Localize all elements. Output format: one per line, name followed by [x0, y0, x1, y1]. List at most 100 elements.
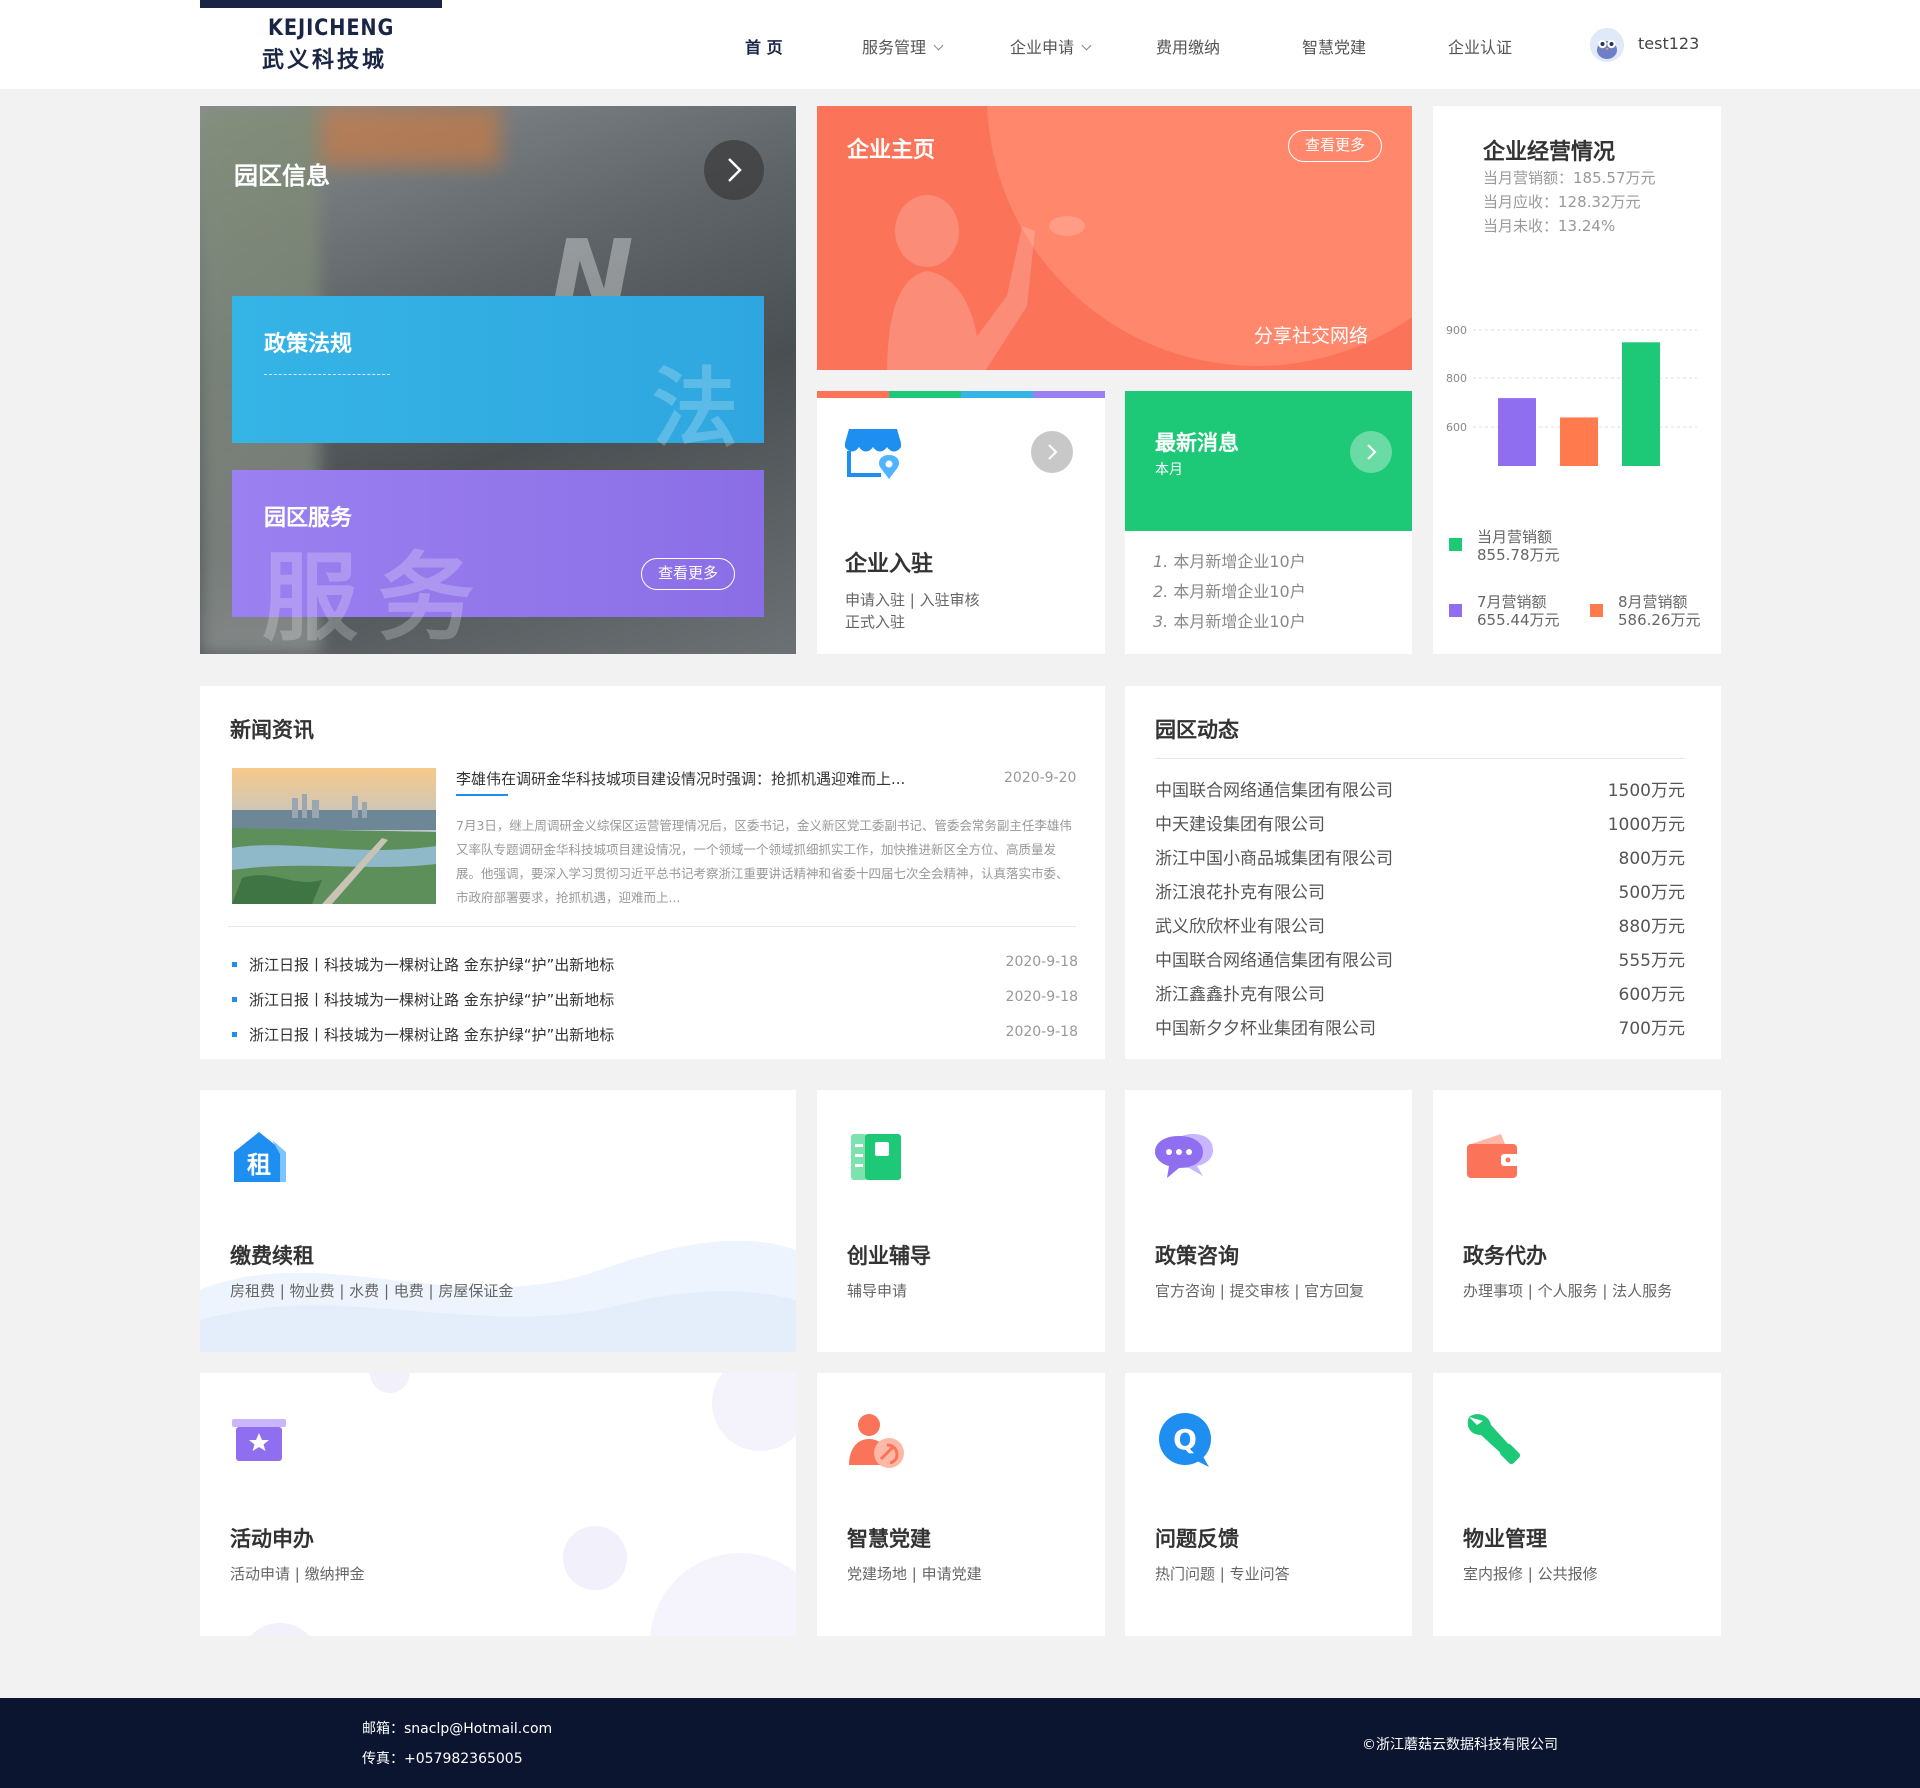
park-dynamics-row[interactable]: 武义欣欣杯业有限公司 880万元 — [1155, 910, 1685, 944]
park-service-panel[interactable]: 园区服务 服务 查看更多 — [232, 470, 764, 654]
news-list-item[interactable]: 浙江日报丨科技城为一棵树让路 金东护绿“护”出新地标 2020-9-18 — [232, 1024, 1078, 1045]
enterprise-home-more-button[interactable]: 查看更多 — [1288, 130, 1382, 162]
chart-bar[interactable] — [1622, 342, 1660, 466]
service-card-property[interactable]: 物业管理 室内报修 | 公共报修 — [1433, 1373, 1721, 1636]
service-card-government-agency[interactable]: 政务代办 办理事项 | 个人服务 | 法人服务 — [1433, 1090, 1721, 1352]
park-dynamics-row[interactable]: 中国联合网络通信集团有限公司 1500万元 — [1155, 774, 1685, 808]
chevron-right-icon — [1048, 444, 1058, 460]
service-card-activity[interactable]: 活动申办 活动申请 | 缴纳押金 — [200, 1373, 796, 1636]
news-item-text: 浙江日报丨科技城为一棵树让路 金东护绿“护”出新地标 — [249, 1026, 615, 1044]
latest-message-item[interactable]: 2. 本月新增企业10户 — [1153, 578, 1306, 602]
business-stat: 当月应收：128.32万元 — [1483, 193, 1641, 211]
chart-y-tick-label: 900 — [1446, 324, 1467, 337]
service-title: 缴费续租 — [230, 1244, 314, 1268]
park-dynamics-row[interactable]: 中国新夕夕杯业集团有限公司 700万元 — [1155, 1012, 1685, 1046]
wallet-icon — [1467, 1134, 1519, 1178]
divider — [1155, 758, 1685, 759]
chevron-down-icon — [1081, 40, 1092, 51]
company-name: 浙江鑫鑫扑克有限公司 — [1155, 985, 1325, 1005]
item-number: 2. — [1153, 582, 1169, 601]
park-dynamics-row[interactable]: 中天建设集团有限公司 1000万元 — [1155, 808, 1685, 842]
bullet — [232, 997, 237, 1002]
legend-label: 当月营销额 — [1477, 528, 1553, 546]
latest-message-item[interactable]: 1. 本月新增企业10户 — [1153, 548, 1306, 572]
legend-value: 655.44万元 — [1477, 611, 1560, 629]
header: KEJICHENG 武义科技城 首 页 服务管理 企业申请 费用缴纳 智慧党建 … — [0, 0, 1920, 89]
item-number: 3. — [1153, 612, 1169, 631]
latest-messages-header[interactable]: 最新消息 本月 — [1125, 391, 1412, 531]
service-title: 智慧党建 — [847, 1527, 931, 1551]
service-subtitle: 办理事项 | 个人服务 | 法人服务 — [1463, 1282, 1673, 1300]
news-featured-image[interactable] — [232, 768, 436, 904]
service-subtitle: 室内报修 | 公共报修 — [1463, 1565, 1598, 1583]
footer: 邮箱：snaclp@Hotmail.com 传真：+057982365005 ©… — [0, 1698, 1920, 1788]
service-more-button[interactable]: 查看更多 — [641, 558, 735, 590]
storefront-icon — [845, 429, 901, 479]
company-name: 中国联合网络通信集团有限公司 — [1155, 781, 1393, 801]
company-name: 浙江中国小商品城集团有限公司 — [1155, 849, 1393, 869]
legend-swatch-august — [1590, 604, 1603, 617]
headline-underline — [456, 794, 508, 796]
policy-ghost-text: 法 — [652, 358, 738, 459]
news-list-item[interactable]: 浙江日报丨科技城为一棵树让路 金东护绿“护”出新地标 2020-9-18 — [232, 989, 1078, 1010]
park-dynamics-row[interactable]: 浙江浪花扑克有限公司 500万元 — [1155, 876, 1685, 910]
news-featured-headline[interactable]: 李雄伟在调研金华科技城项目建设情况时强调：抢抓机遇迎难而上... — [456, 768, 905, 789]
park-dynamics-title: 园区动态 — [1155, 718, 1239, 742]
chart-bar[interactable] — [1560, 417, 1598, 466]
divider — [228, 926, 1076, 927]
park-dynamics-row[interactable]: 浙江中国小商品城集团有限公司 800万元 — [1155, 842, 1685, 876]
nav-enterprise-certification[interactable]: 企业认证 — [1448, 34, 1512, 58]
logo-bar — [200, 0, 442, 8]
park-dynamics-row[interactable]: 浙江鑫鑫扑克有限公司 600万元 — [1155, 978, 1685, 1012]
enterprise-join-links[interactable]: 申请入驻 | 入驻审核 — [845, 589, 980, 610]
service-title: 政策咨询 — [1155, 1244, 1239, 1268]
nav-fee-payment[interactable]: 费用缴纳 — [1156, 34, 1220, 58]
latest-message-item[interactable]: 3. 本月新增企业10户 — [1153, 608, 1306, 632]
park-dynamics-row[interactable]: 中国联合网络通信集团有限公司 555万元 — [1155, 944, 1685, 978]
username[interactable]: test123 — [1638, 34, 1699, 53]
business-status-title: 企业经营情况 — [1483, 140, 1616, 165]
service-card-fee-rent[interactable]: 租 缴费续租 房租费 | 物业费 | 水费 | 电费 | 房屋保证金 — [200, 1090, 796, 1352]
bullet — [232, 1032, 237, 1037]
park-info-arrow-button[interactable] — [704, 140, 764, 200]
company-amount: 555万元 — [1618, 951, 1685, 971]
enterprise-home-card[interactable]: 企业主页 查看更多 分享社交网络 — [817, 106, 1412, 370]
enterprise-join-arrow-button[interactable] — [1031, 431, 1073, 473]
nav-enterprise-apply[interactable]: 企业申请 — [1010, 34, 1092, 58]
policy-regulations-panel[interactable]: 政策法规 法 — [232, 296, 764, 459]
enterprise-join-title: 企业入驻 — [845, 552, 934, 577]
legend-swatch-july — [1449, 604, 1462, 617]
enterprise-join-formal[interactable]: 正式入驻 — [845, 611, 905, 632]
logo-text-cn[interactable]: 武义科技城 — [262, 42, 387, 74]
chart-bar[interactable] — [1498, 398, 1536, 466]
nav-service-management[interactable]: 服务管理 — [862, 34, 944, 58]
nav-smart-party[interactable]: 智慧党建 — [1302, 34, 1366, 58]
company-amount: 600万元 — [1618, 985, 1685, 1005]
chevron-down-icon — [933, 40, 944, 51]
logo-text-en[interactable]: KEJICHENG — [268, 16, 394, 41]
chart-y-tick-label: 800 — [1446, 372, 1467, 385]
legend-july: 7月营销额 655.44万元 — [1477, 593, 1560, 629]
nav-home[interactable]: 首 页 — [745, 34, 783, 58]
item-text: 本月新增企业10户 — [1173, 552, 1306, 571]
color-strip — [817, 391, 889, 398]
service-title: 问题反馈 — [1155, 1527, 1239, 1551]
party-member-icon — [849, 1414, 904, 1468]
footer-email[interactable]: 邮箱：snaclp@Hotmail.com — [362, 1718, 552, 1738]
news-item-date: 2020-9-18 — [1005, 954, 1078, 970]
service-card-startup-guidance[interactable]: 创业辅导 辅导申请 — [817, 1090, 1105, 1352]
company-name: 武义欣欣杯业有限公司 — [1155, 917, 1325, 937]
avatar[interactable] — [1590, 28, 1624, 62]
service-card-feedback[interactable]: Q 问题反馈 热门问题 | 专业问答 — [1125, 1373, 1412, 1636]
service-card-smart-party[interactable]: 智慧党建 党建场地 | 申请党建 — [817, 1373, 1105, 1636]
park-dynamics-card: 园区动态 中国联合网络通信集团有限公司 1500万元 中天建设集团有限公司 1000万… — [1125, 686, 1721, 1059]
company-amount: 700万元 — [1618, 1019, 1685, 1039]
news-list-item[interactable]: 浙江日报丨科技城为一棵树让路 金东护绿“护”出新地标 2020-9-18 — [232, 954, 1078, 975]
company-amount: 880万元 — [1618, 917, 1685, 937]
color-strip — [889, 391, 961, 398]
latest-messages-arrow-button[interactable] — [1350, 431, 1392, 473]
bullet — [232, 962, 237, 967]
service-card-policy-consult[interactable]: 政策咨询 官方咨询 | 提交审核 | 官方回复 — [1125, 1090, 1412, 1352]
item-number: 1. — [1153, 552, 1169, 571]
enterprise-join-card[interactable]: 企业入驻 申请入驻 | 入驻审核 正式入驻 — [817, 391, 1105, 654]
